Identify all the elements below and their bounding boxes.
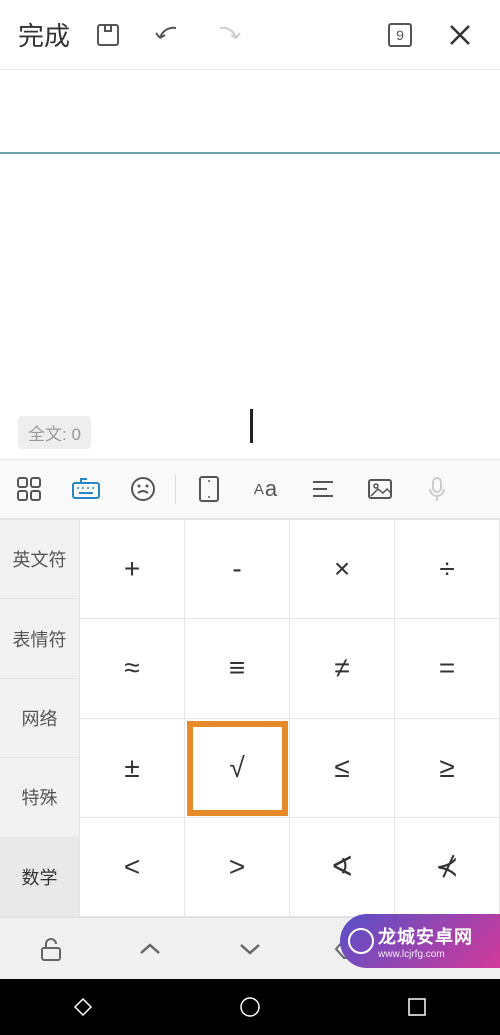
lock-icon[interactable] [0,918,100,979]
canvas-area[interactable]: 全文: 0 [0,154,500,459]
mic-icon[interactable] [408,476,465,502]
key-3-2[interactable]: ∢ [290,818,395,917]
key-0-1[interactable]: - [185,520,290,619]
watermark-sub: www.lcjrfg.com [378,949,500,960]
image-icon[interactable] [351,478,408,500]
key-0-3[interactable]: ÷ [395,520,500,619]
key-3-3[interactable]: ⊀ [395,818,500,917]
category-1[interactable]: 表情符 [0,599,79,678]
category-3[interactable]: 特殊 [0,758,79,837]
key-1-1[interactable]: ≡ [185,619,290,718]
key-1-3[interactable]: = [395,619,500,718]
key-1-2[interactable]: ≠ [290,619,395,718]
text-input-area[interactable] [0,70,500,152]
category-2[interactable]: 网络 [0,679,79,758]
category-0[interactable]: 英文符 [0,520,79,599]
undo-icon[interactable] [138,24,198,46]
apps-icon[interactable] [0,476,57,502]
word-count-badge: 全文: 0 [18,416,91,449]
watermark: 龙城安卓网 www.lcjrfg.com [340,914,500,968]
align-icon[interactable] [294,479,351,499]
nav-home-icon[interactable] [239,996,261,1018]
save-icon[interactable] [78,22,138,48]
key-1-0[interactable]: ≈ [80,619,185,718]
svg-text:9: 9 [396,27,404,43]
key-3-0[interactable]: < [80,818,185,917]
key-2-1[interactable]: √ [185,719,290,818]
key-2-2[interactable]: ≤ [290,719,395,818]
emoji-icon[interactable] [114,476,171,502]
text-cursor [250,409,253,443]
redo-icon [198,24,258,46]
nav-recent-icon[interactable] [406,996,428,1018]
done-button[interactable]: 完成 [10,16,78,53]
chevron-up-icon[interactable] [100,918,200,979]
category-4[interactable]: 数学 [0,838,79,917]
close-icon[interactable] [430,22,490,48]
watermark-title: 龙城安卓网 [378,923,500,949]
fullscreen-icon[interactable] [180,475,237,503]
key-0-0[interactable]: + [80,520,185,619]
nav-back-icon[interactable] [72,996,94,1018]
font-icon[interactable]: Aa [237,476,294,502]
key-2-0[interactable]: ± [80,719,185,818]
keyboard-icon[interactable] [57,477,114,501]
chevron-down-icon[interactable] [200,918,300,979]
key-2-3[interactable]: ≥ [395,719,500,818]
key-3-1[interactable]: > [185,818,290,917]
counter-box[interactable]: 9 [370,22,430,48]
key-0-2[interactable]: × [290,520,395,619]
